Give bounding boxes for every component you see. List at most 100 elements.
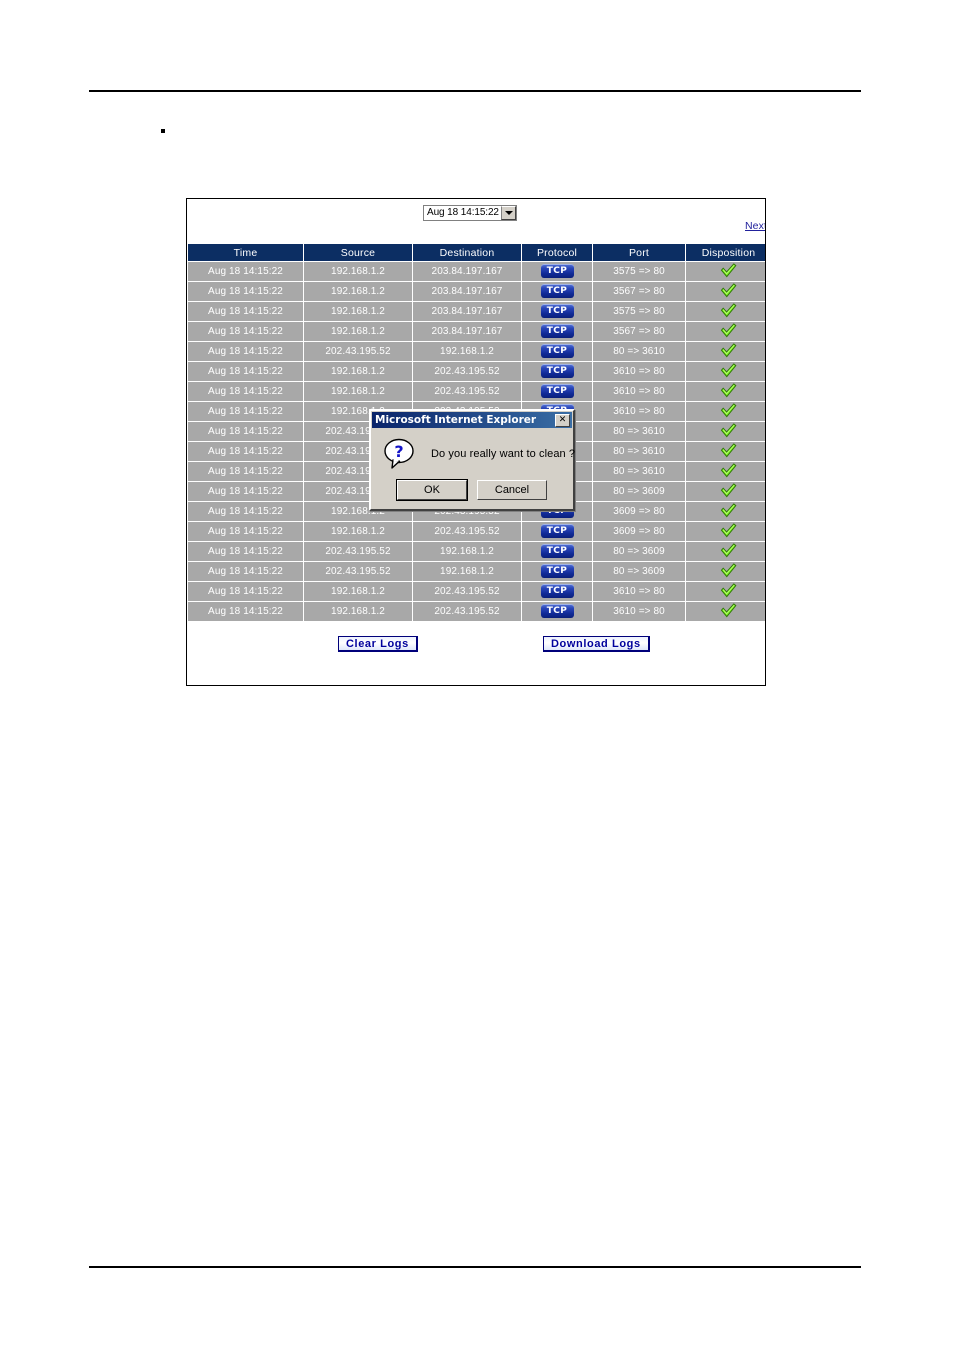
- table-row: Aug 18 14:15:22192.168.1.2202.43.195.52 T…: [188, 602, 765, 621]
- cell-disposition: [686, 442, 765, 461]
- cell-port: 3610 => 80: [593, 382, 685, 401]
- next-page-link[interactable]: Next: [745, 220, 765, 232]
- cell-disposition: [686, 422, 765, 441]
- cell-time: Aug 18 14:15:22: [188, 522, 303, 541]
- column-header-time: Time: [188, 244, 303, 261]
- cell-protocol: TCP: [522, 302, 592, 321]
- tcp-protocol-badge: TCP: [540, 283, 574, 298]
- cell-destination: 203.84.197.167: [413, 322, 521, 341]
- close-icon[interactable]: ✕: [555, 413, 570, 427]
- bullet-marker: [161, 129, 165, 133]
- time-filter-select[interactable]: Aug 18 14:15:22: [423, 205, 517, 221]
- svg-text:?: ?: [394, 442, 403, 461]
- cell-port: 3609 => 80: [593, 502, 685, 521]
- cell-port: 80 => 3610: [593, 462, 685, 481]
- column-header-disposition: Disposition: [686, 244, 765, 261]
- green-check-icon: [720, 603, 737, 618]
- table-row: Aug 18 14:15:22202.43.195.52192.168.1.2 T…: [188, 562, 765, 581]
- table-row: Aug 18 14:15:22202.43.195.52192.168.1.2 T…: [188, 542, 765, 561]
- green-check-icon: [720, 543, 737, 558]
- cell-time: Aug 18 14:15:22: [188, 602, 303, 621]
- green-check-icon: [720, 283, 737, 298]
- cell-disposition: [686, 382, 765, 401]
- cell-port: 3575 => 80: [593, 302, 685, 321]
- cell-destination: 202.43.195.52: [413, 522, 521, 541]
- table-row: Aug 18 14:15:22 192.168.1.2 203.84.197.167…: [188, 262, 765, 281]
- green-check-icon: [720, 363, 737, 378]
- cell-disposition: [686, 322, 765, 341]
- cell-port: 80 => 3609: [593, 482, 685, 501]
- cell-port: 80 => 3610: [593, 422, 685, 441]
- cell-disposition: [686, 282, 765, 301]
- cell-disposition: [686, 462, 765, 481]
- cell-protocol: TCP: [522, 582, 592, 601]
- cell-disposition: [686, 342, 765, 361]
- log-panel-footer: Clear Logs Download Logs: [187, 622, 765, 670]
- green-check-icon: [720, 583, 737, 598]
- log-table-header-row: Time Source Destination Protocol Port Di…: [188, 244, 765, 261]
- cell-destination: 203.84.197.167: [413, 282, 521, 301]
- cell-time: Aug 18 14:15:22: [188, 342, 303, 361]
- tcp-protocol-badge: TCP: [540, 523, 574, 538]
- dialog-buttons: OK Cancel: [371, 479, 573, 508]
- cell-port: 80 => 3610: [593, 342, 685, 361]
- cell-time: Aug 18 14:15:22: [188, 262, 303, 281]
- cell-source: 202.43.195.52: [304, 342, 412, 361]
- cell-port: 3567 => 80: [593, 282, 685, 301]
- time-filter-value: Aug 18 14:15:22: [427, 207, 499, 218]
- table-row: Aug 18 14:15:22 192.168.1.2 203.84.197.167…: [188, 302, 765, 321]
- chevron-down-icon[interactable]: [501, 206, 516, 220]
- page-header-rule: [89, 90, 861, 92]
- cell-time: Aug 18 14:15:22: [188, 402, 303, 421]
- cell-destination: 203.84.197.167: [413, 302, 521, 321]
- cell-destination: 202.43.195.52: [413, 362, 521, 381]
- table-row: Aug 18 14:15:22 192.168.1.2 203.84.197.167…: [188, 282, 765, 301]
- question-mark-icon: ?: [383, 437, 417, 471]
- cell-source: 192.168.1.2: [304, 322, 412, 341]
- green-check-icon: [720, 403, 737, 418]
- cell-time: Aug 18 14:15:22: [188, 322, 303, 341]
- tcp-protocol-badge: TCP: [540, 363, 574, 378]
- tcp-protocol-badge: TCP: [540, 583, 574, 598]
- cell-port: 3610 => 80: [593, 582, 685, 601]
- cell-port: 3575 => 80: [593, 262, 685, 281]
- tcp-protocol-badge: TCP: [540, 303, 574, 318]
- cell-time: Aug 18 14:15:22: [188, 362, 303, 381]
- cell-destination: 202.43.195.52: [413, 382, 521, 401]
- cell-time: Aug 18 14:15:22: [188, 502, 303, 521]
- column-header-source: Source: [304, 244, 412, 261]
- dialog-titlebar[interactable]: Microsoft Internet Explorer ✕: [372, 412, 572, 428]
- cell-protocol: TCP: [522, 362, 592, 381]
- cell-source: 192.168.1.2: [304, 262, 412, 281]
- clear-logs-button[interactable]: Clear Logs: [338, 636, 418, 652]
- column-header-protocol: Protocol: [522, 244, 592, 261]
- download-logs-button[interactable]: Download Logs: [543, 636, 650, 652]
- dialog-message: Do you really want to clean ?: [431, 448, 576, 460]
- cell-port: 3610 => 80: [593, 362, 685, 381]
- table-row: Aug 18 14:15:22192.168.1.2202.43.195.52 T…: [188, 582, 765, 601]
- cell-port: 80 => 3610: [593, 442, 685, 461]
- cancel-button[interactable]: Cancel: [477, 480, 547, 500]
- cell-destination: 203.84.197.167: [413, 262, 521, 281]
- cell-protocol: TCP: [522, 522, 592, 541]
- column-header-destination: Destination: [413, 244, 521, 261]
- cell-source: 192.168.1.2: [304, 602, 412, 621]
- cell-destination: 192.168.1.2: [413, 562, 521, 581]
- green-check-icon: [720, 303, 737, 318]
- table-row: Aug 18 14:15:22192.168.1.2202.43.195.52 T…: [188, 382, 765, 401]
- cell-port: 3610 => 80: [593, 402, 685, 421]
- cell-time: Aug 18 14:15:22: [188, 422, 303, 441]
- column-header-port: Port: [593, 244, 685, 261]
- cell-disposition: [686, 562, 765, 581]
- table-row: Aug 18 14:15:22192.168.1.2202.43.195.52 T…: [188, 362, 765, 381]
- cell-protocol: TCP: [522, 542, 592, 561]
- cell-port: 3610 => 80: [593, 602, 685, 621]
- cell-disposition: [686, 582, 765, 601]
- cell-protocol: TCP: [522, 382, 592, 401]
- cell-time: Aug 18 14:15:22: [188, 482, 303, 501]
- ok-button[interactable]: OK: [396, 479, 468, 501]
- tcp-protocol-badge: TCP: [540, 263, 574, 278]
- table-row: Aug 18 14:15:22192.168.1.2202.43.195.52 T…: [188, 522, 765, 541]
- cell-source: 202.43.195.52: [304, 562, 412, 581]
- cell-source: 192.168.1.2: [304, 282, 412, 301]
